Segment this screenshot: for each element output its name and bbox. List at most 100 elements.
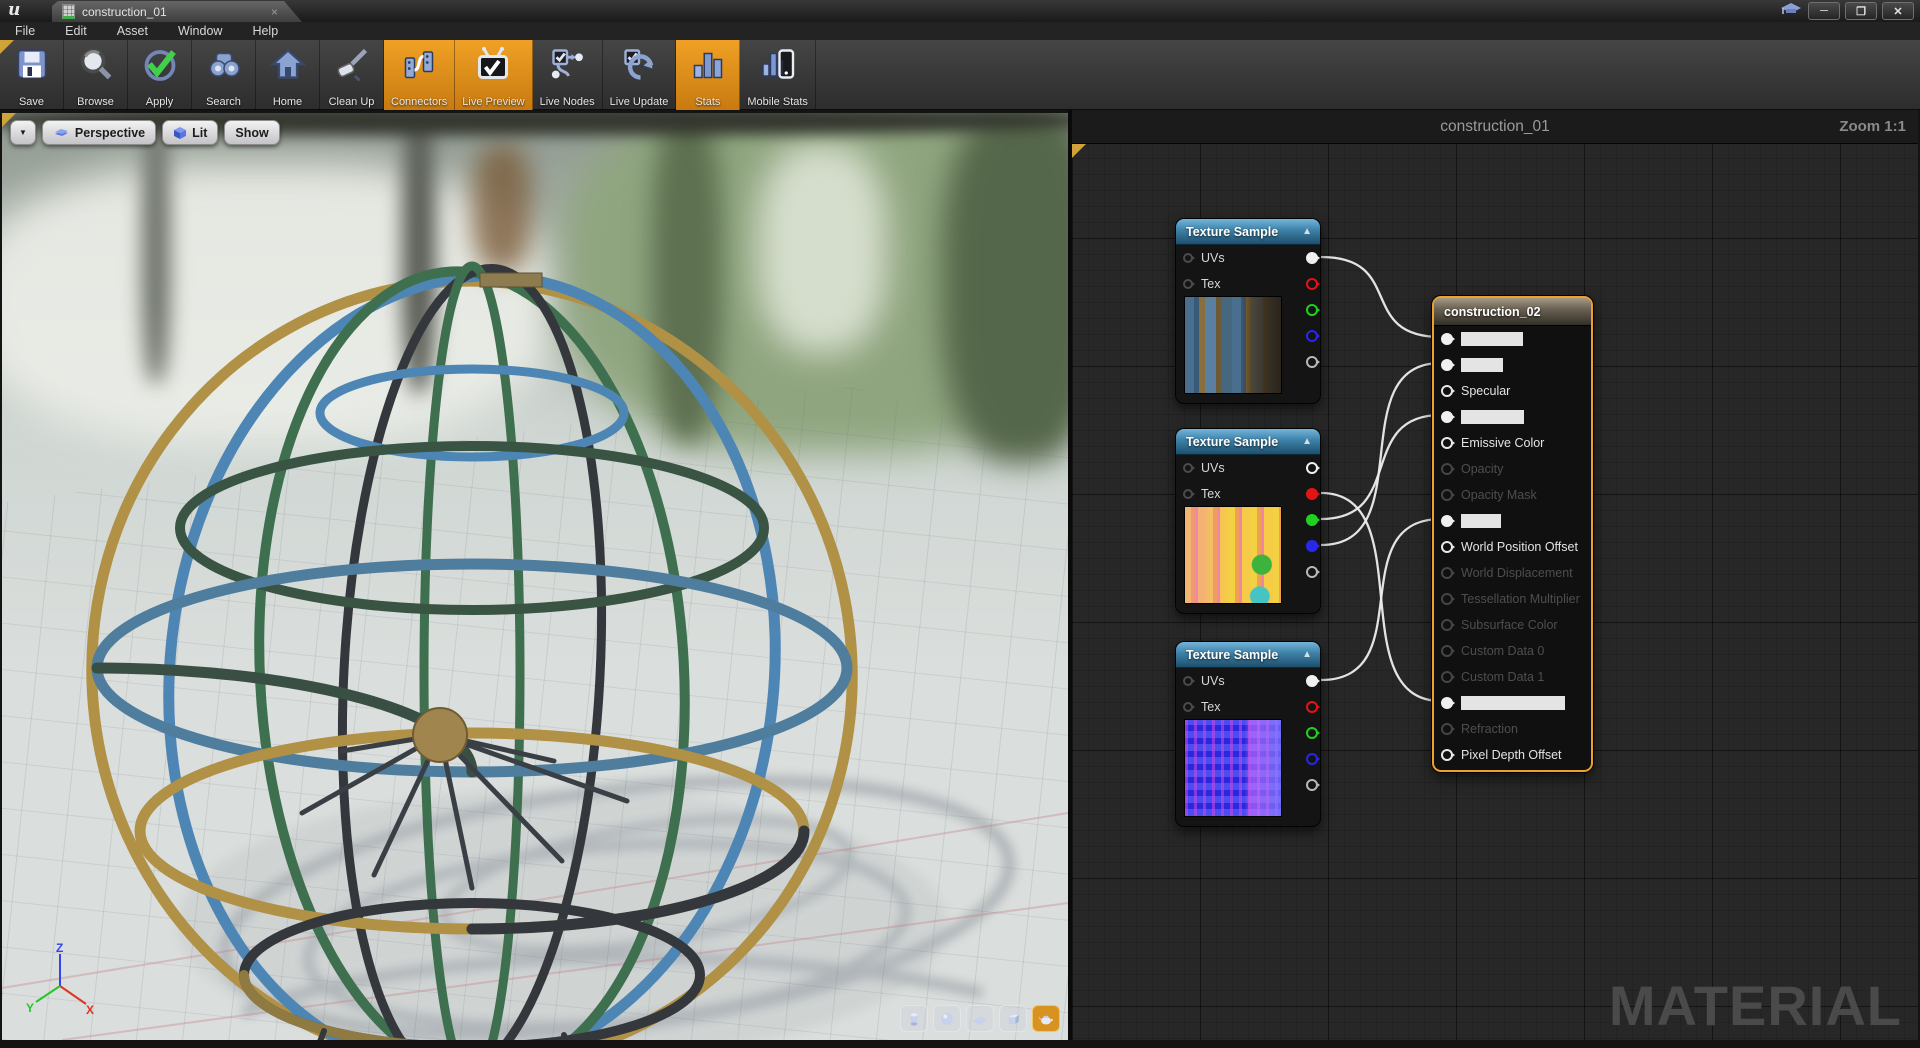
node-header[interactable]: Texture Sample ▲ [1176, 219, 1320, 245]
pin-row-opacity-mask[interactable]: Opacity Mask [1434, 487, 1591, 503]
uvs-input-pin[interactable] [1183, 676, 1195, 686]
collapse-arrow-icon[interactable]: ▲ [1302, 226, 1312, 237]
rgb-output-pin[interactable] [1306, 252, 1320, 264]
r-output-pin[interactable] [1306, 701, 1320, 713]
wire-sphere-mesh[interactable] [2, 113, 1068, 1040]
b-output-pin[interactable] [1306, 330, 1320, 342]
menu-edit[interactable]: Edit [50, 24, 102, 38]
preview-viewport[interactable]: ▼ Perspective Lit Show Z X Y [2, 113, 1068, 1040]
g-output-pin[interactable] [1306, 304, 1320, 316]
texture-sample-node-1[interactable]: Texture Sample ▲ UVs Tex [1175, 218, 1321, 404]
asset-tab[interactable]: construction_01 × [52, 1, 302, 22]
wire-normal[interactable] [1320, 517, 1442, 682]
node-header[interactable]: Texture Sample ▲ [1176, 642, 1320, 668]
a-output-pin[interactable] [1306, 566, 1320, 578]
pin-row-refraction[interactable]: Refraction [1434, 721, 1591, 737]
uvs-input-pin[interactable] [1183, 463, 1195, 473]
toolbar-button-live-update[interactable]: Live Update [603, 40, 677, 110]
pin-icon[interactable] [1441, 567, 1455, 579]
toolbar-button-live-preview[interactable]: Live Preview [455, 40, 533, 110]
a-output-pin[interactable] [1306, 356, 1320, 368]
rgb-output-pin[interactable] [1306, 462, 1320, 474]
wire-ambient-occlusion[interactable] [1320, 491, 1442, 703]
teapot-mesh-button[interactable] [1032, 1005, 1060, 1032]
pin-row-pixel-depth-offset[interactable]: Pixel Depth Offset [1434, 747, 1591, 763]
show-menu-button[interactable]: Show [224, 120, 280, 145]
pin-icon[interactable] [1441, 489, 1455, 501]
collapse-arrow-icon[interactable]: ▲ [1302, 649, 1312, 660]
pin-icon[interactable] [1441, 385, 1455, 397]
pin-icon[interactable] [1441, 671, 1455, 683]
material-output-node[interactable]: construction_02 Base Color Metallic Spec… [1432, 296, 1593, 772]
pin-row-world-displacement[interactable]: World Displacement [1434, 565, 1591, 581]
pin-row-metallic[interactable]: Metallic [1434, 357, 1591, 373]
toolbar-button-home[interactable]: Home [256, 40, 320, 110]
perspective-button[interactable]: Perspective [41, 120, 157, 145]
toolbar-button-apply[interactable]: Apply [128, 40, 192, 110]
pin-icon[interactable] [1441, 437, 1455, 449]
menu-help[interactable]: Help [237, 24, 293, 38]
texture-sample-node-3[interactable]: Texture Sample ▲ UVs Tex [1175, 641, 1321, 827]
tex-input-pin[interactable] [1183, 489, 1195, 499]
pin-row-emissive-color[interactable]: Emissive Color [1434, 435, 1591, 451]
pin-icon[interactable] [1441, 723, 1455, 735]
tutorial-cap-icon[interactable] [1780, 2, 1802, 23]
node-header[interactable]: Texture Sample ▲ [1176, 429, 1320, 455]
pin-row-base-color[interactable]: Base Color [1434, 331, 1591, 347]
r-output-pin[interactable] [1306, 488, 1320, 500]
pin-row-specular[interactable]: Specular [1434, 383, 1591, 399]
texture-sample-node-2[interactable]: Texture Sample ▲ UVs Tex [1175, 428, 1321, 614]
lit-mode-button[interactable]: Lit [162, 120, 219, 145]
tex-input-pin[interactable] [1183, 279, 1195, 289]
wire-metallic[interactable] [1320, 361, 1442, 547]
collapse-arrow-icon[interactable]: ▲ [1302, 436, 1312, 447]
cylinder-mesh-button[interactable] [900, 1005, 928, 1032]
cube-mesh-button[interactable] [999, 1005, 1027, 1032]
wire-basecolor[interactable] [1320, 255, 1442, 339]
pin-icon[interactable] [1441, 619, 1455, 631]
toolbar-button-connectors[interactable]: Connectors [384, 40, 456, 110]
tex-input-pin[interactable] [1183, 702, 1195, 712]
pin-row-normal[interactable]: Normal [1434, 513, 1591, 529]
menu-asset[interactable]: Asset [102, 24, 163, 38]
b-output-pin[interactable] [1306, 753, 1320, 765]
pin-row-opacity[interactable]: Opacity [1434, 461, 1591, 477]
pin-icon[interactable] [1441, 645, 1455, 657]
menu-file[interactable]: File [0, 24, 50, 38]
minimize-button[interactable]: ─ [1808, 2, 1840, 20]
panel-divider[interactable] [1068, 110, 1072, 1040]
pin-icon[interactable] [1441, 463, 1455, 475]
pin-row-subsurface-color[interactable]: Subsurface Color [1434, 617, 1591, 633]
g-output-pin[interactable] [1306, 727, 1320, 739]
pin-icon[interactable] [1441, 359, 1455, 371]
b-output-pin[interactable] [1306, 540, 1320, 552]
wire-roughness[interactable] [1320, 413, 1442, 521]
r-output-pin[interactable] [1306, 278, 1320, 290]
a-output-pin[interactable] [1306, 779, 1320, 791]
pin-icon[interactable] [1441, 697, 1455, 709]
g-output-pin[interactable] [1306, 514, 1320, 526]
toolbar-button-stats[interactable]: Stats [676, 40, 741, 110]
pin-row-roughness[interactable]: Roughness [1434, 409, 1591, 425]
restore-button[interactable]: ❐ [1845, 2, 1877, 20]
menu-window[interactable]: Window [163, 24, 237, 38]
close-button[interactable]: ✕ [1882, 2, 1914, 20]
pin-row-custom-data-1[interactable]: Custom Data 1 [1434, 669, 1591, 685]
toolbar-button-mobile-stats[interactable]: Mobile Stats [740, 40, 816, 110]
sphere-mesh-button[interactable] [933, 1005, 961, 1032]
pin-icon[interactable] [1441, 411, 1455, 423]
pin-row-custom-data-0[interactable]: Custom Data 0 [1434, 643, 1591, 659]
plane-mesh-button[interactable] [966, 1005, 994, 1032]
material-graph-panel[interactable]: MATERIAL Texture Sample ▲ UVs Tex Textur… [1072, 110, 1918, 1040]
pin-row-ambient-occlusion[interactable]: Ambient Occlusion [1434, 695, 1591, 711]
node-header[interactable]: construction_02 [1434, 298, 1591, 326]
toolbar-button-live-nodes[interactable]: Live Nodes [533, 40, 603, 110]
pin-row-world-position-offset[interactable]: World Position Offset [1434, 539, 1591, 555]
toolbar-button-search[interactable]: Search [192, 40, 256, 110]
rgb-output-pin[interactable] [1306, 675, 1320, 687]
pin-icon[interactable] [1441, 593, 1455, 605]
tab-close-icon[interactable]: × [271, 5, 278, 19]
pin-row-tessellation-multiplier[interactable]: Tessellation Multiplier [1434, 591, 1591, 607]
pin-icon[interactable] [1441, 541, 1455, 553]
pin-icon[interactable] [1441, 749, 1455, 761]
